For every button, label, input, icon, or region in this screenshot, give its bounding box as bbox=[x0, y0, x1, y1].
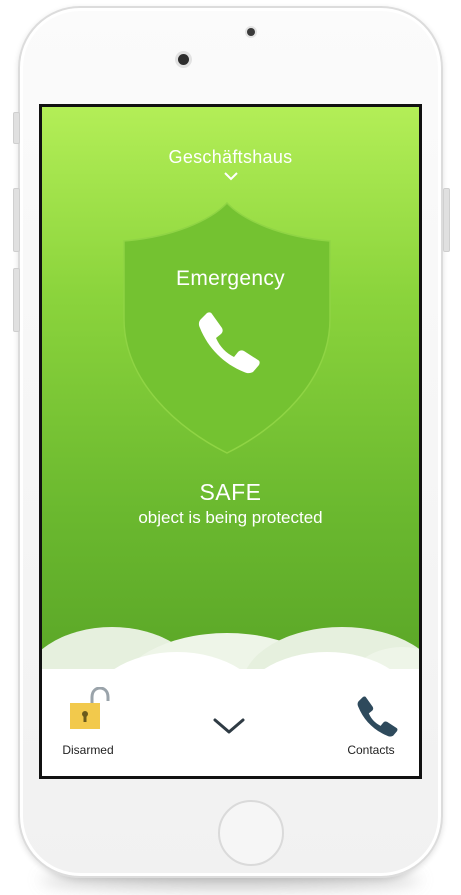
power-button bbox=[443, 188, 450, 252]
mute-switch bbox=[13, 112, 20, 144]
cloud-decoration bbox=[42, 627, 419, 677]
app-screen: Geschäftshaus Emergency SAFE object is b… bbox=[39, 104, 422, 779]
chevron-down-icon[interactable] bbox=[223, 171, 239, 181]
site-selector[interactable]: Geschäftshaus bbox=[42, 147, 419, 168]
status-subtitle: object is being protected bbox=[138, 508, 323, 527]
chevron-down-icon[interactable] bbox=[212, 717, 246, 735]
contacts-button[interactable]: Contacts bbox=[339, 687, 403, 757]
phone-icon[interactable] bbox=[198, 310, 262, 374]
volume-down-button bbox=[13, 268, 20, 332]
contacts-label: Contacts bbox=[347, 743, 395, 757]
earpiece-sensor bbox=[247, 28, 255, 36]
volume-up-button bbox=[13, 188, 20, 252]
emergency-label: Emergency bbox=[176, 267, 285, 290]
bottom-bar: Disarmed Contacts bbox=[42, 669, 419, 776]
front-camera bbox=[178, 54, 189, 65]
disarmed-label: Disarmed bbox=[62, 743, 114, 757]
disarm-toggle-button[interactable]: Disarmed bbox=[56, 687, 120, 757]
phone-icon bbox=[357, 696, 398, 737]
home-button bbox=[218, 800, 284, 866]
unlocked-padlock-icon bbox=[70, 687, 110, 729]
status-title: SAFE bbox=[199, 479, 262, 505]
